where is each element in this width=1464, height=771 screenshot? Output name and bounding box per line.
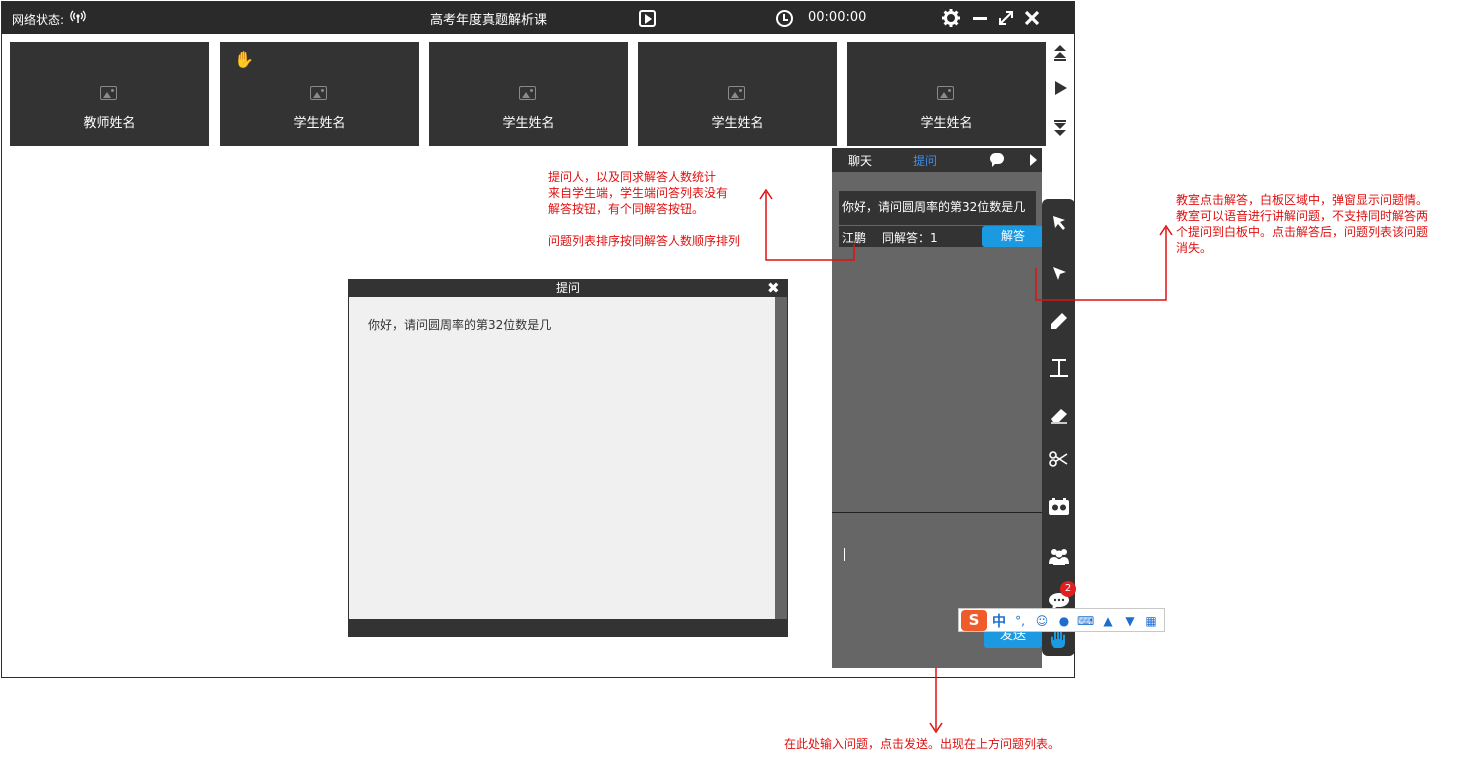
annotation-arrows bbox=[759, 188, 1173, 734]
arrow-line-question bbox=[765, 192, 855, 261]
arrow-line-answer bbox=[1035, 228, 1167, 301]
